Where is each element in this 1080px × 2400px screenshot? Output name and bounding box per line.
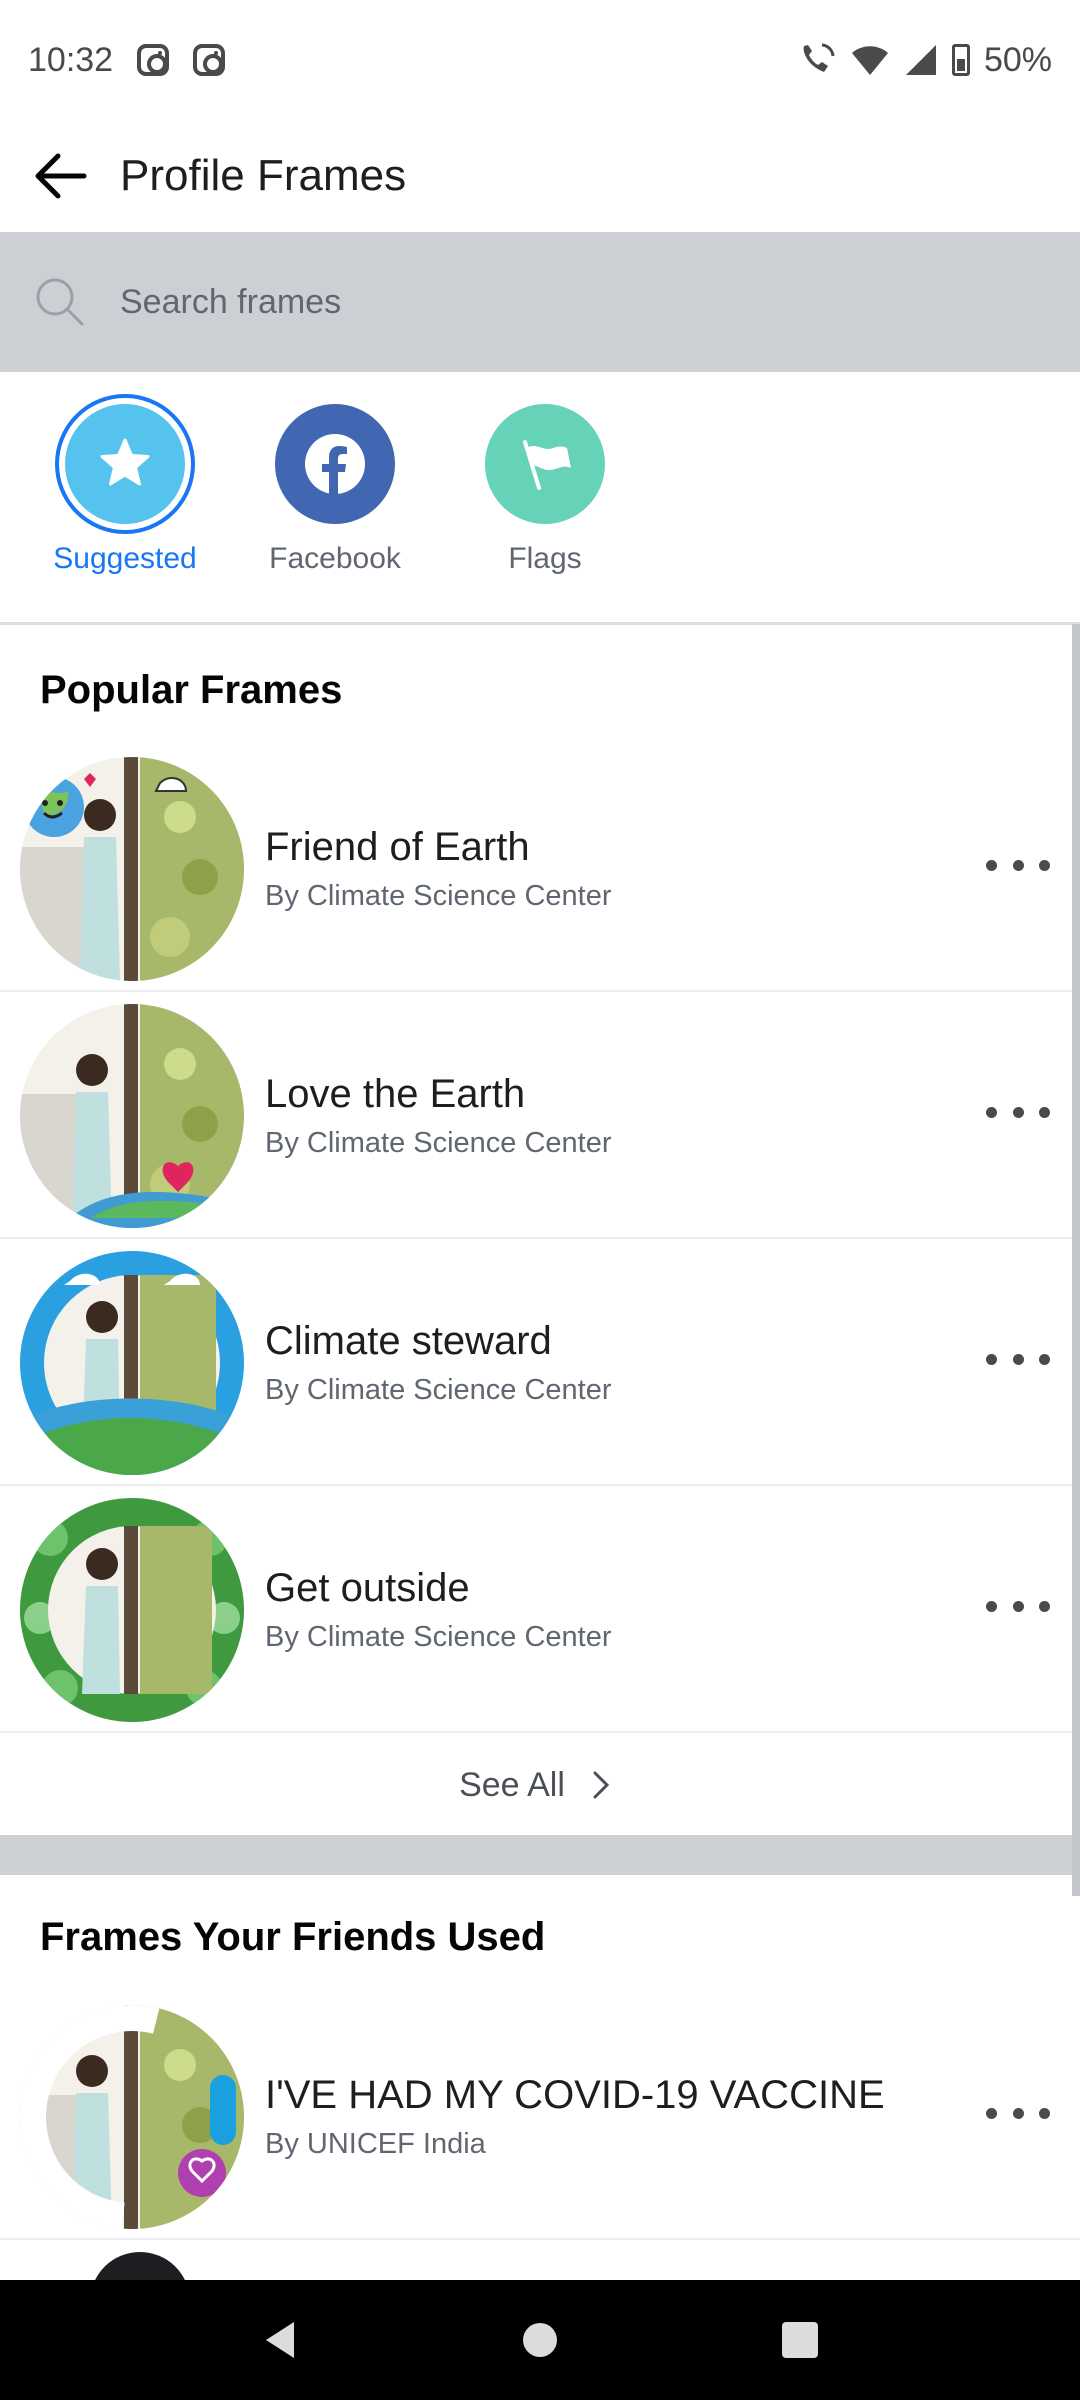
home-circle-icon[interactable]	[516, 2316, 564, 2364]
category-label: Suggested	[53, 542, 197, 575]
section-title-friends: Frames Your Friends Used	[40, 1915, 546, 1959]
frame-text: Get outside By Climate Science Center	[265, 1566, 612, 1654]
instagram-icon	[193, 44, 226, 76]
more-options-icon[interactable]	[986, 1339, 1050, 1379]
frame-author: By UNICEF India	[265, 2128, 486, 2160]
status-bar: 10:32 50%	[0, 0, 1080, 120]
page-title: Profile Frames	[120, 151, 407, 200]
divider	[0, 622, 1080, 625]
back-triangle-icon[interactable]	[256, 2316, 304, 2364]
app-bar: Profile Frames	[0, 120, 1080, 232]
frame-thumbnail	[20, 1498, 244, 1722]
frame-title: Get outside	[265, 1566, 470, 1610]
frame-thumbnail	[20, 757, 244, 981]
category-flags[interactable]: Flags	[440, 404, 650, 576]
category-facebook[interactable]: Facebook	[230, 404, 440, 576]
search-icon	[0, 232, 120, 372]
back-button[interactable]	[0, 120, 120, 232]
frame-row[interactable]: Get outside By Climate Science Center	[0, 1486, 1080, 1733]
frame-text: Climate steward By Climate Science Cente…	[265, 1319, 612, 1407]
frame-text: Friend of Earth By Climate Science Cente…	[265, 825, 612, 913]
category-label: Flags	[508, 542, 582, 575]
battery-percent: 50%	[983, 40, 1052, 79]
frame-row[interactable]: Climate steward By Climate Science Cente…	[0, 1239, 1080, 1486]
friends-frames-list: I'VE HAD MY COVID-19 VACCINE By UNICEF I…	[0, 1993, 1080, 2280]
category-label: Facebook	[269, 542, 401, 575]
frame-row[interactable]: Friend of Earth By Climate Science Cente…	[0, 745, 1080, 992]
more-options-icon[interactable]	[986, 1092, 1050, 1132]
status-right: 50%	[798, 41, 1052, 80]
selected-ring	[55, 394, 195, 534]
system-nav-bar	[0, 2280, 1080, 2400]
facebook-icon	[305, 434, 365, 494]
frame-title: Friend of Earth	[265, 825, 530, 869]
frame-author: By Climate Science Center	[265, 1621, 612, 1653]
next-row-peek	[0, 2240, 1080, 2280]
frame-thumbnail	[20, 1251, 244, 1475]
facebook-circle	[275, 404, 395, 524]
frame-row[interactable]: I'VE HAD MY COVID-19 VACCINE By UNICEF I…	[0, 1993, 1080, 2240]
frame-title: Climate steward	[265, 1319, 552, 1363]
star-icon	[100, 438, 150, 486]
see-all-button[interactable]: See All	[0, 1735, 1080, 1835]
signal-icon	[905, 45, 936, 75]
suggested-circle	[65, 404, 185, 524]
frame-text: Love the Earth By Climate Science Center	[265, 1072, 612, 1160]
category-suggested[interactable]: Suggested	[20, 394, 230, 576]
search-input[interactable]: Search frames	[120, 283, 341, 322]
status-time: 10:32	[28, 40, 114, 79]
status-left: 10:32	[28, 40, 226, 80]
battery-icon	[951, 44, 970, 76]
instagram-icon	[137, 44, 170, 76]
frame-row[interactable]: Love the Earth By Climate Science Center	[0, 992, 1080, 1239]
frame-title: Love the Earth	[265, 1072, 526, 1116]
see-all-label: See All	[459, 1765, 565, 1804]
frame-author: By Climate Science Center	[265, 1127, 612, 1159]
more-options-icon[interactable]	[986, 1586, 1050, 1626]
popular-frames-list: Friend of Earth By Climate Science Cente…	[0, 745, 1080, 1733]
search-bar[interactable]: Search frames	[0, 232, 1080, 372]
recents-square-icon[interactable]	[776, 2316, 824, 2364]
chevron-right-icon	[593, 1771, 610, 1799]
flag-icon	[523, 440, 571, 490]
frame-thumbnail-partial	[90, 2252, 190, 2280]
more-options-icon[interactable]	[986, 845, 1050, 885]
frame-author: By Climate Science Center	[265, 880, 612, 912]
frame-title: I'VE HAD MY COVID-19 VACCINE	[265, 2073, 885, 2117]
section-separator	[0, 1835, 1080, 1875]
section-title-popular: Popular Frames	[40, 668, 343, 712]
wifi-call-icon	[803, 43, 835, 72]
category-tabs: Suggested Facebook Flags	[0, 372, 1080, 624]
wifi-icon	[851, 46, 888, 75]
scrollbar[interactable]	[1072, 624, 1080, 1896]
more-options-icon[interactable]	[986, 2093, 1050, 2133]
frame-thumbnail	[20, 1004, 244, 1228]
flags-circle	[485, 404, 605, 524]
arrow-back-icon	[35, 153, 87, 199]
frame-author: By Climate Science Center	[265, 1374, 612, 1406]
frame-thumbnail	[20, 2005, 244, 2229]
frame-text: I'VE HAD MY COVID-19 VACCINE By UNICEF I…	[265, 2073, 885, 2161]
